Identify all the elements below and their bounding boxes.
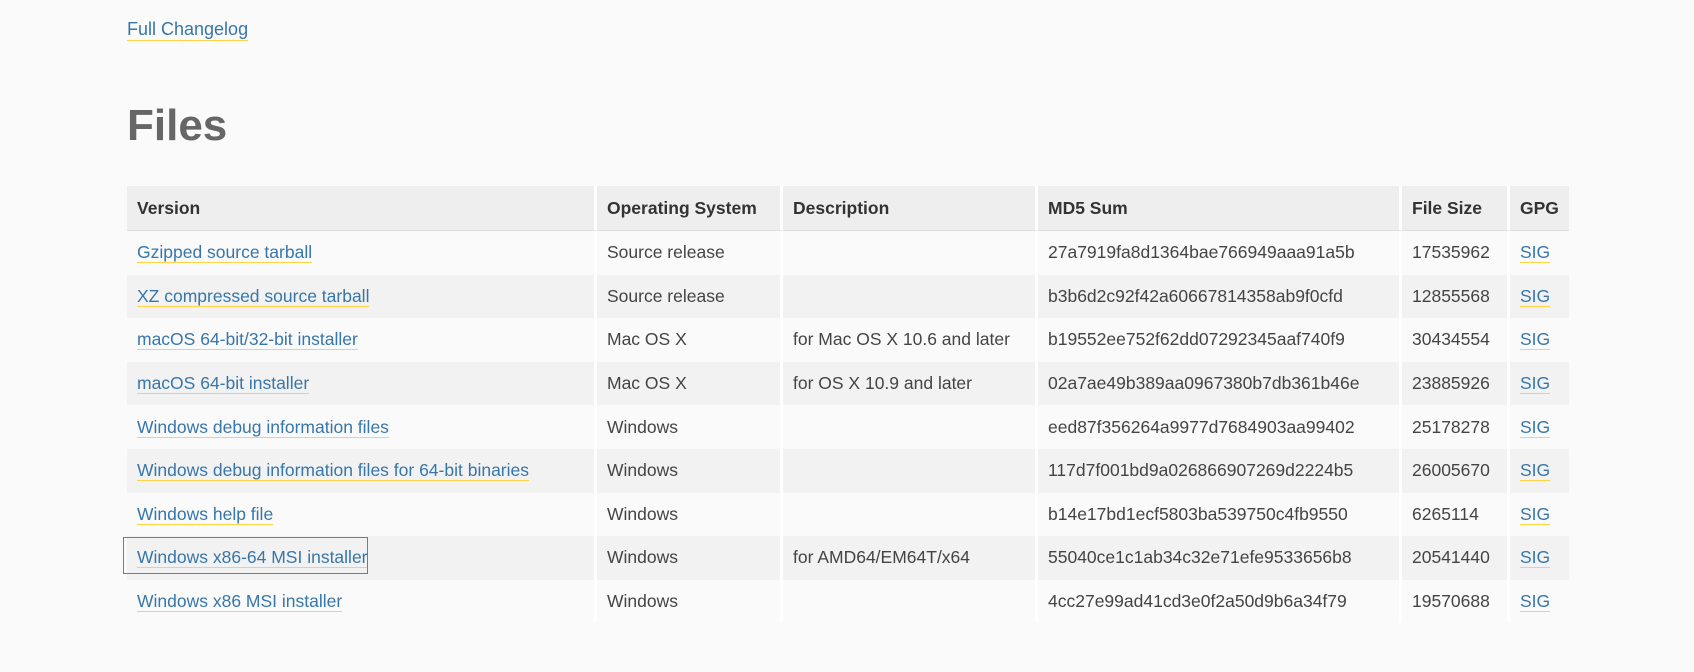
gpg-cell: SIG — [1510, 492, 1569, 537]
md5-cell: 27a7919fa8d1364bae766949aaa91a5b — [1038, 231, 1402, 275]
gpg-sig-link[interactable]: SIG — [1520, 329, 1551, 351]
column-header-file-size: File Size — [1402, 186, 1510, 231]
md5-cell: eed87f356264a9977d7684903aa99402 — [1038, 405, 1402, 449]
gpg-sig-link[interactable]: SIG — [1520, 591, 1551, 613]
os-cell: Source release — [597, 231, 783, 275]
file-download-link[interactable]: macOS 64-bit/32-bit installer — [137, 329, 358, 351]
table-row: Windows x86-64 MSI installer Windows for… — [127, 536, 1569, 580]
table-row: macOS 64-bit installer Mac OS X for OS X… — [127, 361, 1569, 406]
os-cell: Mac OS X — [597, 361, 783, 406]
table-row: Windows help file Windows b14e17bd1ecf58… — [127, 492, 1569, 537]
file-size-cell: 26005670 — [1402, 448, 1510, 493]
table-row: macOS 64-bit/32-bit installer Mac OS X f… — [127, 318, 1569, 362]
md5-cell: b19552ee752f62dd07292345aaf740f9 — [1038, 318, 1402, 362]
table-row: Windows debug information files for 64-b… — [127, 448, 1569, 493]
column-header-description: Description — [783, 186, 1038, 231]
description-cell: for AMD64/EM64T/x64 — [783, 536, 1038, 580]
os-cell: Source release — [597, 274, 783, 319]
gpg-cell: SIG — [1510, 318, 1569, 362]
files-table: Version Operating System Description MD5… — [127, 186, 1569, 624]
os-cell: Windows — [597, 492, 783, 537]
gpg-cell: SIG — [1510, 448, 1569, 493]
file-size-cell: 25178278 — [1402, 405, 1510, 449]
gpg-sig-link[interactable]: SIG — [1520, 547, 1551, 569]
full-changelog-link[interactable]: Full Changelog — [127, 18, 249, 41]
files-table-body: Gzipped source tarball Source release 27… — [127, 231, 1569, 624]
table-row: XZ compressed source tarball Source rele… — [127, 274, 1569, 319]
gpg-cell: SIG — [1510, 361, 1569, 406]
file-size-cell: 6265114 — [1402, 492, 1510, 537]
file-download-link[interactable]: Gzipped source tarball — [137, 242, 313, 264]
gpg-cell: SIG — [1510, 536, 1569, 580]
description-cell — [783, 579, 1038, 624]
column-header-gpg: GPG — [1510, 186, 1569, 231]
os-cell: Windows — [597, 405, 783, 449]
gpg-cell: SIG — [1510, 231, 1569, 275]
version-cell: Windows debug information files for 64-b… — [127, 448, 597, 493]
version-cell: Windows x86-64 MSI installer — [127, 536, 597, 580]
file-download-link[interactable]: XZ compressed source tarball — [137, 286, 370, 307]
column-header-version: Version — [127, 186, 597, 231]
version-cell: macOS 64-bit/32-bit installer — [127, 318, 597, 362]
file-download-link[interactable]: Windows x86-64 MSI installer — [137, 547, 368, 569]
files-section-title: Files — [127, 101, 228, 150]
gpg-cell: SIG — [1510, 274, 1569, 319]
version-cell: Windows x86 MSI installer — [127, 579, 597, 624]
md5-cell: b14e17bd1ecf5803ba539750c4fb9550 — [1038, 492, 1402, 537]
file-size-cell: 12855568 — [1402, 274, 1510, 319]
column-header-md5: MD5 Sum — [1038, 186, 1402, 231]
table-header-row: Version Operating System Description MD5… — [127, 186, 1569, 231]
file-download-link[interactable]: Windows debug information files — [137, 417, 389, 438]
file-size-cell: 30434554 — [1402, 318, 1510, 362]
description-cell: for OS X 10.9 and later — [783, 361, 1038, 406]
gpg-sig-link[interactable]: SIG — [1520, 373, 1551, 395]
gpg-sig-link[interactable]: SIG — [1520, 286, 1551, 307]
version-cell: macOS 64-bit installer — [127, 361, 597, 406]
os-cell: Windows — [597, 579, 783, 624]
file-download-link[interactable]: macOS 64-bit installer — [137, 373, 310, 395]
description-cell — [783, 274, 1038, 319]
description-cell — [783, 492, 1038, 537]
page: Full Changelog Files Version Operating S… — [0, 0, 1694, 672]
os-cell: Mac OS X — [597, 318, 783, 362]
file-download-link[interactable]: Windows debug information files for 64-b… — [137, 460, 529, 482]
file-download-link[interactable]: Windows help file — [137, 504, 274, 525]
version-cell: XZ compressed source tarball — [127, 274, 597, 319]
md5-cell: 4cc27e99ad41cd3e0f2a50d9b6a34f79 — [1038, 579, 1402, 624]
gpg-sig-link[interactable]: SIG — [1520, 417, 1551, 438]
description-cell — [783, 448, 1038, 493]
os-cell: Windows — [597, 448, 783, 493]
description-cell — [783, 405, 1038, 449]
md5-cell: b3b6d2c92f42a60667814358ab9f0cfd — [1038, 274, 1402, 319]
md5-cell: 02a7ae49b389aa0967380b7db361b46e — [1038, 361, 1402, 406]
table-row: Windows debug information files Windows … — [127, 405, 1569, 449]
gpg-sig-link[interactable]: SIG — [1520, 504, 1551, 525]
version-cell: Windows debug information files — [127, 405, 597, 449]
gpg-cell: SIG — [1510, 405, 1569, 449]
file-size-cell: 23885926 — [1402, 361, 1510, 406]
os-cell: Windows — [597, 536, 783, 580]
table-row: Gzipped source tarball Source release 27… — [127, 231, 1569, 275]
file-size-cell: 19570688 — [1402, 579, 1510, 624]
gpg-sig-link[interactable]: SIG — [1520, 460, 1551, 482]
description-cell: for Mac OS X 10.6 and later — [783, 318, 1038, 362]
file-size-cell: 17535962 — [1402, 231, 1510, 275]
description-cell — [783, 231, 1038, 275]
version-cell: Windows help file — [127, 492, 597, 537]
gpg-cell: SIG — [1510, 579, 1569, 624]
file-size-cell: 20541440 — [1402, 536, 1510, 580]
version-cell: Gzipped source tarball — [127, 231, 597, 275]
table-row: Windows x86 MSI installer Windows 4cc27e… — [127, 579, 1569, 624]
md5-cell: 117d7f001bd9a026866907269d2224b5 — [1038, 448, 1402, 493]
md5-cell: 55040ce1c1ab34c32e71efe9533656b8 — [1038, 536, 1402, 580]
column-header-os: Operating System — [597, 186, 783, 231]
gpg-sig-link[interactable]: SIG — [1520, 242, 1551, 264]
file-download-link[interactable]: Windows x86 MSI installer — [137, 591, 343, 613]
